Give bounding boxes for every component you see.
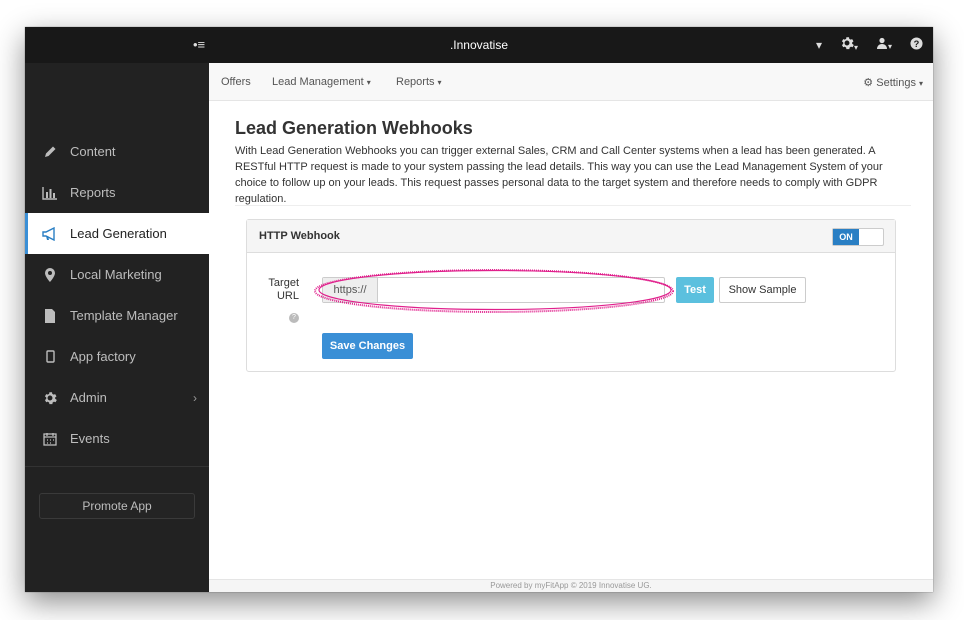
show-sample-button[interactable]: Show Sample xyxy=(719,277,806,303)
pencil-icon xyxy=(42,145,58,159)
nav-offers[interactable]: Offers xyxy=(221,76,251,88)
label-line: Target xyxy=(268,277,299,289)
gear-icon: ⚙ xyxy=(863,77,874,89)
page-title: Lead Generation Webhooks xyxy=(235,118,473,138)
chevron-right-icon: › xyxy=(193,390,197,405)
caret-down-icon[interactable]: ▾ xyxy=(816,38,822,52)
sidebar: Content Reports Lead Generation Local Ma… xyxy=(25,63,209,592)
help-icon[interactable]: ? xyxy=(289,313,299,323)
test-button[interactable]: Test xyxy=(676,277,714,303)
map-marker-icon xyxy=(42,267,58,282)
save-changes-button[interactable]: Save Changes xyxy=(322,333,413,359)
target-url-group: https:// xyxy=(322,277,665,303)
target-url-label: Target URL xyxy=(257,277,299,303)
megaphone-icon xyxy=(42,226,58,241)
caret-down-icon: ▾ xyxy=(437,78,442,87)
caret-down-icon: ▾ xyxy=(366,78,371,87)
calendar-icon xyxy=(42,432,58,446)
footer: Powered by myFitApp © 2019 Innovatise UG… xyxy=(209,579,933,592)
webhook-panel: HTTP Webhook ON Target URL ? https:// Te… xyxy=(246,219,896,372)
sidebar-divider xyxy=(25,466,209,467)
sidebar-item-label: Lead Generation xyxy=(70,226,167,241)
sidebar-item-label: Template Manager xyxy=(70,308,178,323)
promote-app-button[interactable]: Promote App xyxy=(39,493,195,519)
svg-text:?: ? xyxy=(914,38,920,48)
top-navbar: Offers Lead Management ▾ Reports ▾ ⚙ Setti… xyxy=(209,63,933,101)
sidebar-item-local-marketing[interactable]: Local Marketing xyxy=(25,254,209,295)
sidebar-item-label: Admin xyxy=(70,390,107,405)
page-description: With Lead Generation Webhooks you can tr… xyxy=(235,145,883,205)
file-icon xyxy=(42,308,58,323)
url-prefix: https:// xyxy=(323,278,378,302)
sidebar-item-admin[interactable]: Admin › xyxy=(25,377,209,418)
app-brand: .Innovatise xyxy=(449,38,509,52)
top-right-controls: ▾ ▾ ▾ ? xyxy=(816,36,923,53)
sidebar-item-app-factory[interactable]: App factory xyxy=(25,336,209,377)
sidebar-item-label: Local Marketing xyxy=(70,267,162,282)
sidebar-item-label: App factory xyxy=(70,349,136,364)
sidebar-item-events[interactable]: Events xyxy=(25,418,209,459)
top-bar: •≡ .Innovatise ▾ ▾ ▾ ? xyxy=(25,27,933,63)
user-icon[interactable]: ▾ xyxy=(876,37,892,52)
divider xyxy=(235,205,911,206)
help-icon[interactable]: ? xyxy=(910,36,923,53)
webhook-toggle[interactable]: ON xyxy=(832,228,884,246)
sidebar-item-label: Content xyxy=(70,144,116,159)
sidebar-item-reports[interactable]: Reports xyxy=(25,172,209,213)
nav-settings[interactable]: ⚙ Settings ▾ xyxy=(863,76,923,89)
gear-icon xyxy=(42,391,58,405)
mobile-icon xyxy=(42,350,58,363)
panel-heading: HTTP Webhook xyxy=(247,220,895,253)
sidebar-item-lead-generation[interactable]: Lead Generation xyxy=(25,213,209,254)
bar-chart-icon xyxy=(42,186,58,200)
sidebar-item-template-manager[interactable]: Template Manager xyxy=(25,295,209,336)
nav-label: Settings xyxy=(876,77,916,89)
gear-icon[interactable]: ▾ xyxy=(840,36,858,53)
label-line: URL xyxy=(276,290,299,302)
toggle-on-label: ON xyxy=(833,229,859,245)
sidebar-item-content[interactable]: Content xyxy=(25,131,209,172)
nav-reports[interactable]: Reports ▾ xyxy=(396,76,442,88)
sidebar-item-label: Reports xyxy=(70,185,116,200)
caret-down-icon: ▾ xyxy=(918,79,923,88)
main-content: Lead Generation Webhooks With Lead Gener… xyxy=(209,101,933,579)
target-url-input[interactable] xyxy=(378,278,664,302)
sidebar-item-label: Events xyxy=(70,431,110,446)
nav-label: Reports xyxy=(396,76,435,88)
nav-lead-management[interactable]: Lead Management ▾ xyxy=(272,76,371,88)
app-window: •≡ .Innovatise ▾ ▾ ▾ ? Content Reports L… xyxy=(25,27,933,592)
nav-label: Lead Management xyxy=(272,76,364,88)
